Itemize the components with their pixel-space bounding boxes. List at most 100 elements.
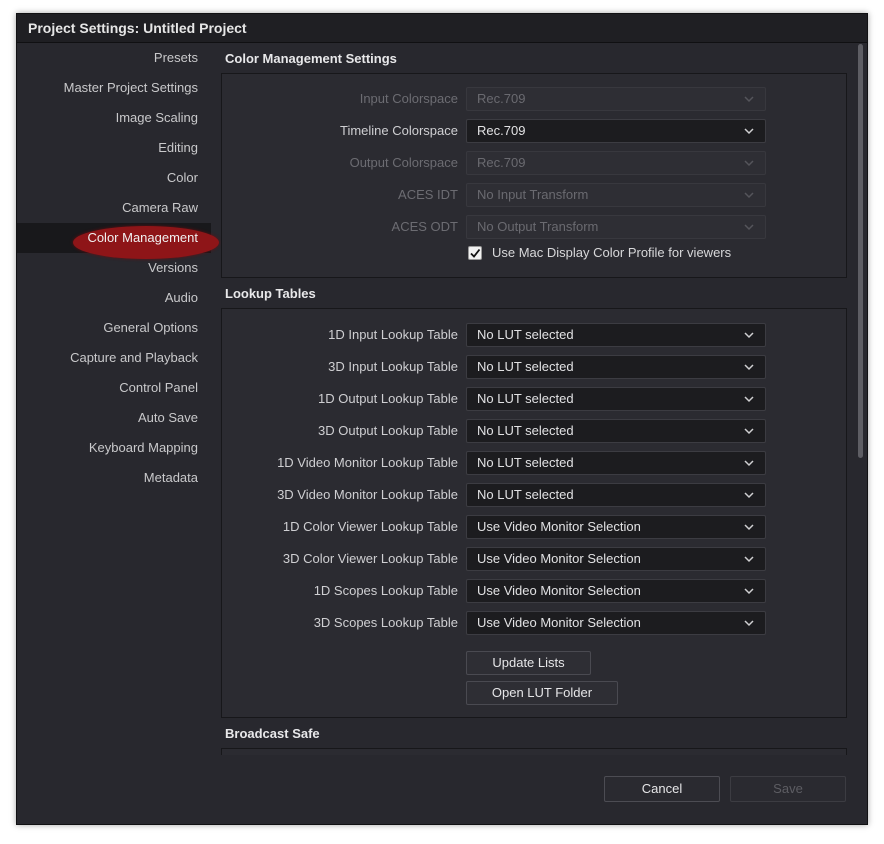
sidebar-item-auto-save[interactable]: Auto Save bbox=[17, 403, 211, 433]
dropdown-value: Use Video Monitor Selection bbox=[477, 615, 641, 630]
aces-idt-dropdown[interactable]: No Input Transform bbox=[466, 183, 766, 207]
sidebar-item-label: Auto Save bbox=[138, 410, 198, 425]
lut-3d-video-monitor-dropdown[interactable]: No LUT selected bbox=[466, 483, 766, 507]
chevron-down-icon bbox=[743, 617, 755, 629]
sidebar-item-camera-raw[interactable]: Camera Raw bbox=[17, 193, 211, 223]
input-colorspace-dropdown[interactable]: Rec.709 bbox=[466, 87, 766, 111]
dropdown-value: No LUT selected bbox=[477, 327, 574, 342]
output-colorspace-label: Output Colorspace bbox=[349, 155, 458, 170]
lut-label: 3D Color Viewer Lookup Table bbox=[282, 551, 458, 566]
sidebar-item-label: General Options bbox=[103, 320, 198, 335]
lut-1d-video-monitor-dropdown[interactable]: No LUT selected bbox=[466, 451, 766, 475]
update-lists-button[interactable]: Update Lists bbox=[466, 651, 591, 675]
chevron-down-icon bbox=[743, 189, 755, 201]
dropdown-value: No LUT selected bbox=[477, 455, 574, 470]
section-title-color-management: Color Management Settings bbox=[225, 51, 397, 66]
lut-label: 3D Input Lookup Table bbox=[328, 359, 458, 374]
chevron-down-icon bbox=[743, 457, 755, 469]
dropdown-value: No LUT selected bbox=[477, 423, 574, 438]
sidebar-item-editing[interactable]: Editing bbox=[17, 133, 211, 163]
sidebar-item-label: Color bbox=[166, 170, 198, 185]
sidebar-item-label: Presets bbox=[153, 50, 198, 65]
sidebar-item-versions[interactable]: Versions bbox=[17, 253, 211, 283]
sidebar-item-label: Image Scaling bbox=[115, 110, 198, 125]
dropdown-value: No LUT selected bbox=[477, 391, 574, 406]
checkmark-icon bbox=[470, 248, 481, 258]
lut-label: 1D Input Lookup Table bbox=[328, 327, 458, 342]
save-button[interactable]: Save bbox=[730, 776, 846, 802]
cancel-button[interactable]: Cancel bbox=[604, 776, 720, 802]
dropdown-value: Use Video Monitor Selection bbox=[477, 519, 641, 534]
lut-3d-input-dropdown[interactable]: No LUT selected bbox=[466, 355, 766, 379]
input-colorspace-label: Input Colorspace bbox=[359, 91, 458, 106]
lut-label: 1D Video Monitor Lookup Table bbox=[277, 455, 458, 470]
dropdown-value: Rec.709 bbox=[477, 155, 526, 170]
sidebar-item-label: Color Management bbox=[87, 230, 198, 245]
sidebar-item-master-project-settings[interactable]: Master Project Settings bbox=[17, 73, 211, 103]
chevron-down-icon bbox=[743, 221, 755, 233]
chevron-down-icon bbox=[743, 393, 755, 405]
section-title-lookup-tables: Lookup Tables bbox=[225, 286, 316, 301]
dropdown-value: Use Video Monitor Selection bbox=[477, 551, 641, 566]
timeline-colorspace-dropdown[interactable]: Rec.709 bbox=[466, 119, 766, 143]
aces-odt-label: ACES ODT bbox=[391, 219, 458, 234]
sidebar-item-label: Audio bbox=[164, 290, 198, 305]
sidebar-item-label: Camera Raw bbox=[122, 200, 198, 215]
sidebar-item-color-management[interactable]: Color Management bbox=[17, 223, 219, 259]
lut-3d-color-viewer-dropdown[interactable]: Use Video Monitor Selection bbox=[466, 547, 766, 571]
settings-content: Color Management Settings Input Colorspa… bbox=[221, 43, 853, 755]
sidebar-item-metadata[interactable]: Metadata bbox=[17, 463, 211, 493]
sidebar-item-audio[interactable]: Audio bbox=[17, 283, 211, 313]
chevron-down-icon bbox=[743, 361, 755, 373]
dropdown-value: Rec.709 bbox=[477, 91, 526, 106]
dropdown-value: Use Video Monitor Selection bbox=[477, 583, 641, 598]
lut-1d-color-viewer-dropdown[interactable]: Use Video Monitor Selection bbox=[466, 515, 766, 539]
sidebar-item-color[interactable]: Color bbox=[17, 163, 211, 193]
lut-label: 1D Output Lookup Table bbox=[318, 391, 458, 406]
lut-1d-output-dropdown[interactable]: No LUT selected bbox=[466, 387, 766, 411]
lut-3d-scopes-dropdown[interactable]: Use Video Monitor Selection bbox=[466, 611, 766, 635]
content-scrollbar[interactable] bbox=[855, 44, 865, 758]
chevron-down-icon bbox=[743, 585, 755, 597]
project-settings-window: Project Settings: Untitled Project Prese… bbox=[16, 13, 868, 825]
chevron-down-icon bbox=[743, 553, 755, 565]
aces-idt-label: ACES IDT bbox=[398, 187, 458, 202]
aces-odt-dropdown[interactable]: No Output Transform bbox=[466, 215, 766, 239]
settings-sidebar: Presets Master Project Settings Image Sc… bbox=[17, 43, 219, 824]
dropdown-value: No LUT selected bbox=[477, 487, 574, 502]
scrollbar-thumb[interactable] bbox=[858, 44, 863, 458]
sidebar-item-image-scaling[interactable]: Image Scaling bbox=[17, 103, 211, 133]
sidebar-item-label: Master Project Settings bbox=[63, 80, 198, 95]
sidebar-item-general-options[interactable]: General Options bbox=[17, 313, 211, 343]
sidebar-item-control-panel[interactable]: Control Panel bbox=[17, 373, 211, 403]
dropdown-value: Rec.709 bbox=[477, 123, 526, 138]
lut-1d-scopes-dropdown[interactable]: Use Video Monitor Selection bbox=[466, 579, 766, 603]
chevron-down-icon bbox=[743, 521, 755, 533]
chevron-down-icon bbox=[743, 125, 755, 137]
open-lut-folder-button[interactable]: Open LUT Folder bbox=[466, 681, 618, 705]
dropdown-value: No LUT selected bbox=[477, 359, 574, 374]
mac-display-profile-label: Use Mac Display Color Profile for viewer… bbox=[492, 245, 732, 260]
chevron-down-icon bbox=[743, 329, 755, 341]
dropdown-value: No Output Transform bbox=[477, 219, 599, 234]
dropdown-value: No Input Transform bbox=[477, 187, 589, 202]
sidebar-item-presets[interactable]: Presets bbox=[17, 43, 211, 73]
sidebar-item-capture-and-playback[interactable]: Capture and Playback bbox=[17, 343, 211, 373]
lut-1d-input-dropdown[interactable]: No LUT selected bbox=[466, 323, 766, 347]
output-colorspace-dropdown[interactable]: Rec.709 bbox=[466, 151, 766, 175]
sidebar-item-label: Keyboard Mapping bbox=[88, 440, 198, 455]
lookup-tables-group: 1D Input Lookup Table No LUT selected 3D… bbox=[221, 308, 847, 718]
lut-label: 1D Color Viewer Lookup Table bbox=[282, 519, 458, 534]
lut-3d-output-dropdown[interactable]: No LUT selected bbox=[466, 419, 766, 443]
sidebar-item-label: Capture and Playback bbox=[70, 350, 198, 365]
sidebar-item-label: Metadata bbox=[143, 470, 198, 485]
lut-label: 3D Video Monitor Lookup Table bbox=[277, 487, 458, 502]
sidebar-item-keyboard-mapping[interactable]: Keyboard Mapping bbox=[17, 433, 211, 463]
color-management-group: Input Colorspace Rec.709 Timeline Colors… bbox=[221, 73, 847, 278]
window-title: Project Settings: Untitled Project bbox=[17, 14, 867, 43]
mac-display-profile-checkbox[interactable] bbox=[468, 246, 482, 260]
chevron-down-icon bbox=[743, 489, 755, 501]
chevron-down-icon bbox=[743, 157, 755, 169]
lut-label: 3D Scopes Lookup Table bbox=[313, 615, 458, 630]
sidebar-item-label: Control Panel bbox=[119, 380, 198, 395]
